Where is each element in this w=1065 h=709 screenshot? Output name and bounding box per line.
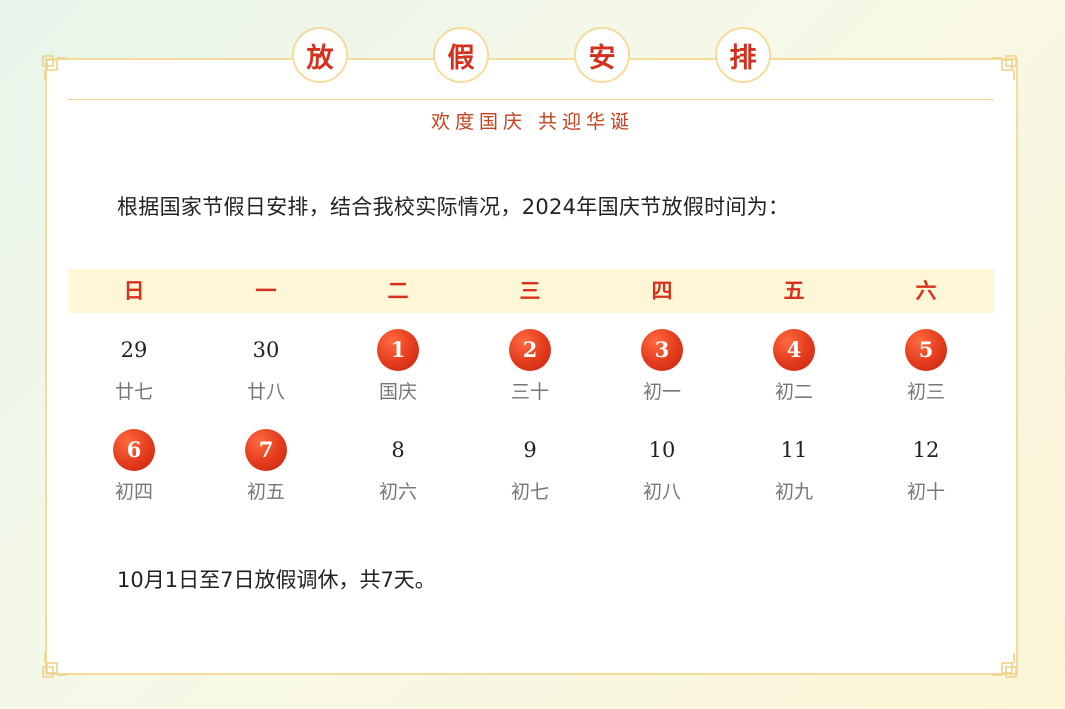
holiday-day-number: 4 — [773, 329, 815, 371]
lunar-date: 廿八 — [246, 381, 285, 403]
holiday-day-number: 3 — [641, 329, 683, 371]
intro-text: 根据国家节假日安排，结合我校实际情况，2024年国庆节放假时间为： — [117, 195, 790, 219]
corner-ornament-icon — [992, 653, 1018, 679]
calendar-day-holiday: 5 初三 — [881, 329, 971, 404]
corner-ornament-icon — [41, 653, 67, 679]
page-title: 放 假 安 排 — [0, 27, 1065, 83]
lunar-date: 初十 — [906, 481, 945, 503]
day-number: 12 — [912, 438, 940, 462]
weekday-header: 日 一 二 三 四 五 六 — [68, 269, 994, 313]
holiday-day-number: 5 — [905, 329, 947, 371]
calendar-day-holiday: 4 初二 — [749, 329, 839, 404]
holiday-day-number: 7 — [245, 429, 287, 471]
calendar-day-holiday: 7 初五 — [221, 429, 311, 504]
weekday-label: 日 — [123, 279, 145, 303]
weekday-label: 四 — [651, 279, 673, 303]
title-char: 放 — [292, 27, 348, 83]
lunar-date: 初一 — [642, 381, 681, 403]
title-char: 排 — [715, 27, 771, 83]
calendar-day-holiday: 6 初四 — [89, 429, 179, 504]
holiday-day-number: 6 — [113, 429, 155, 471]
calendar-day: 9 初七 — [485, 429, 575, 504]
day-number: 30 — [252, 338, 280, 362]
lunar-date: 初八 — [642, 481, 681, 503]
weekday-label: 一 — [255, 279, 277, 303]
title-char: 安 — [574, 27, 630, 83]
lunar-date: 初六 — [378, 481, 417, 503]
header-divider — [68, 99, 994, 100]
calendar-day: 11 初九 — [749, 429, 839, 504]
day-number: 8 — [391, 438, 405, 462]
calendar-day: 12 初十 — [881, 429, 971, 504]
lunar-date: 初九 — [774, 481, 813, 503]
title-char: 假 — [433, 27, 489, 83]
lunar-date: 初五 — [246, 481, 285, 503]
weekday-label: 六 — [915, 279, 937, 303]
weekday-label: 五 — [783, 279, 805, 303]
lunar-date: 初七 — [510, 481, 549, 503]
weekday-label: 二 — [387, 279, 409, 303]
holiday-day-number: 2 — [509, 329, 551, 371]
calendar-day: 29 廿七 — [89, 329, 179, 404]
day-number: 29 — [120, 338, 148, 362]
lunar-date: 廿七 — [114, 381, 153, 403]
weekday-label: 三 — [519, 279, 541, 303]
footer-note: 10月1日至7日放假调休，共7天。 — [117, 568, 436, 592]
lunar-date: 初二 — [774, 381, 813, 403]
calendar-day-holiday: 3 初一 — [617, 329, 707, 404]
lunar-date: 初四 — [114, 481, 153, 503]
lunar-date: 初三 — [906, 381, 945, 403]
day-number: 9 — [523, 438, 537, 462]
calendar-day: 8 初六 — [353, 429, 443, 504]
lunar-date: 国庆 — [378, 381, 417, 403]
calendar-day-holiday: 2 三十 — [485, 329, 575, 404]
lunar-date: 三十 — [510, 381, 549, 403]
calendar-day-holiday: 1 国庆 — [353, 329, 443, 404]
day-number: 11 — [780, 438, 808, 462]
subtitle: 欢度国庆 共迎华诞 — [430, 111, 635, 133]
holiday-day-number: 1 — [377, 329, 419, 371]
calendar-day: 10 初八 — [617, 429, 707, 504]
calendar-day: 30 廿八 — [221, 329, 311, 404]
day-number: 10 — [648, 438, 676, 462]
